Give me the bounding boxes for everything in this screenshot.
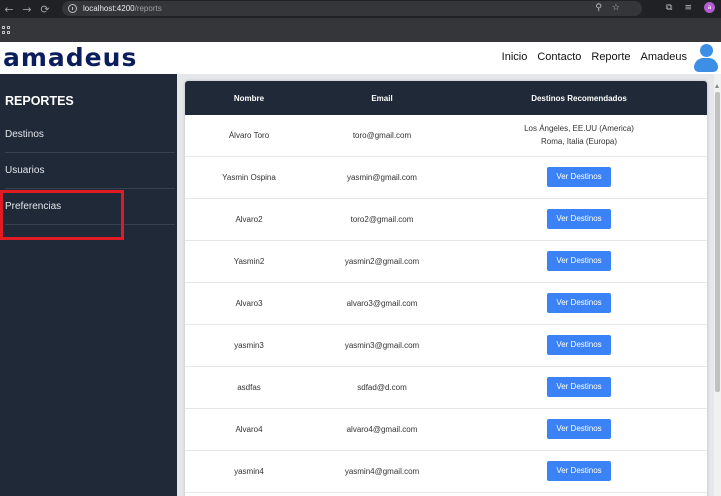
cell-email: yasmin2@gmail.com bbox=[313, 240, 451, 283]
destination-line: Los Ángeles, EE.UU (America) bbox=[524, 124, 634, 134]
table-row: Yasmin2 yasmin2@gmail.com Ver Destinos bbox=[185, 240, 707, 283]
cell-destinations: Ver Destinos bbox=[451, 156, 707, 199]
cell-name: yasmin4 bbox=[185, 450, 313, 493]
url-path: /reports bbox=[134, 4, 162, 13]
zoom-icon[interactable]: ⚲ bbox=[595, 3, 602, 13]
cell-destinations: Los Ángeles, EE.UU (America) Roma, Itali… bbox=[451, 115, 707, 157]
ver-destinos-button[interactable]: Ver Destinos bbox=[547, 251, 611, 271]
header-destinos: Destinos Recomendados bbox=[531, 93, 627, 103]
nav-reporte[interactable]: Reporte bbox=[591, 51, 630, 63]
top-nav: Inicio Contacto Reporte Amadeus bbox=[502, 51, 687, 63]
ver-destinos-button[interactable]: Ver Destinos bbox=[547, 419, 611, 439]
header-email: Email bbox=[371, 93, 393, 103]
sidebar-title: REPORTES bbox=[5, 94, 74, 108]
cell-email: alvaro4@gmail.com bbox=[313, 408, 451, 451]
tab-search-icon[interactable]: ≡ bbox=[684, 3, 692, 13]
cell-name: Yasmin Ospina bbox=[185, 156, 313, 199]
browser-toolbar: ← → ⟳ localhost:4200/reports ⚲ ☆ ⧉ ≡ a bbox=[0, 0, 721, 18]
header-nombre: Nombre bbox=[233, 93, 265, 103]
ver-destinos-button[interactable]: Ver Destinos bbox=[547, 167, 611, 187]
url-host: localhost:4200 bbox=[83, 4, 135, 13]
cell-destinations: Ver Destinos bbox=[451, 198, 707, 241]
table-row: Alvaro2 toro2@gmail.com Ver Destinos bbox=[185, 198, 707, 241]
reload-icon[interactable]: ⟳ bbox=[36, 0, 54, 18]
bookmarks-bar bbox=[0, 18, 721, 42]
cell-name: Alvaro2 bbox=[185, 198, 313, 241]
cell-email: alvaro3@gmail.com bbox=[313, 282, 451, 325]
apps-grid-icon[interactable] bbox=[2, 26, 10, 34]
cell-name: yasmin3 bbox=[185, 324, 313, 367]
page-scrollbar[interactable] bbox=[714, 74, 721, 496]
forward-icon[interactable]: → bbox=[18, 0, 36, 18]
ver-destinos-button[interactable]: Ver Destinos bbox=[547, 335, 611, 355]
extensions-icon[interactable]: ⧉ bbox=[666, 3, 672, 13]
cell-email: yasmin3@gmail.com bbox=[313, 324, 451, 367]
ver-destinos-button[interactable]: Ver Destinos bbox=[547, 293, 611, 313]
sidebar-item-usuarios[interactable]: Usuarios bbox=[5, 153, 175, 189]
scrollbar-thumb[interactable] bbox=[715, 92, 720, 392]
cell-email: yasmin@gmail.com bbox=[313, 156, 451, 199]
cell-name: Alvaro4 bbox=[185, 408, 313, 451]
nav-inicio[interactable]: Inicio bbox=[502, 51, 528, 63]
amadeus-logo[interactable]: amadeus bbox=[3, 43, 137, 72]
cell-destinations: Ver Destinos bbox=[451, 240, 707, 283]
site-info-icon[interactable] bbox=[68, 4, 77, 13]
ver-destinos-button[interactable]: Ver Destinos bbox=[547, 461, 611, 481]
cell-destinations: Ver Destinos bbox=[451, 324, 707, 367]
table-header-row: Nombre Email Destinos Recomendados bbox=[185, 81, 707, 115]
cell-destinations: Ver Destinos bbox=[451, 366, 707, 409]
sidebar: REPORTES Destinos Usuarios Preferencias bbox=[0, 74, 177, 496]
cell-name: Álvaro Toro bbox=[185, 115, 313, 157]
profile-avatar[interactable]: a bbox=[704, 2, 715, 13]
sidebar-item-destinos[interactable]: Destinos bbox=[5, 117, 175, 153]
destination-line: Roma, Italia (Europa) bbox=[540, 137, 618, 147]
main-content: Nombre Email Destinos Recomendados Álvar… bbox=[177, 74, 721, 496]
user-avatar-icon[interactable] bbox=[693, 44, 719, 74]
cell-email: toro@gmail.com bbox=[313, 115, 451, 157]
cell-email: yasmin4@gmail.com bbox=[313, 450, 451, 493]
cell-email: sdfad@d.com bbox=[313, 366, 451, 409]
app-header: amadeus Inicio Contacto Reporte Amadeus bbox=[0, 42, 721, 74]
nav-amadeus[interactable]: Amadeus bbox=[641, 51, 687, 63]
cell-name: Yasmin2 bbox=[185, 240, 313, 283]
cell-destinations: Ver Destinos bbox=[451, 450, 707, 493]
ver-destinos-button[interactable]: Ver Destinos bbox=[547, 209, 611, 229]
cell-name: Alvaro3 bbox=[185, 282, 313, 325]
table-row: yasmin4 yasmin4@gmail.com Ver Destinos bbox=[185, 450, 707, 493]
scroll-up-arrow-icon[interactable] bbox=[715, 84, 719, 88]
table-row: yasmin3 yasmin3@gmail.com Ver Destinos bbox=[185, 324, 707, 367]
table-row: Yasmin Ospina yasmin@gmail.com Ver Desti… bbox=[185, 156, 707, 199]
cell-destinations: Ver Destinos bbox=[451, 408, 707, 451]
cell-destinations: Ver Destinos bbox=[451, 282, 707, 325]
back-icon[interactable]: ← bbox=[0, 0, 18, 18]
table-row: asdfas sdfad@d.com Ver Destinos bbox=[185, 366, 707, 409]
bookmark-star-icon[interactable]: ☆ bbox=[612, 3, 620, 13]
cell-email: toro2@gmail.com bbox=[313, 198, 451, 241]
table-row: Alvaro3 alvaro3@gmail.com Ver Destinos bbox=[185, 282, 707, 325]
reports-table: Nombre Email Destinos Recomendados Álvar… bbox=[185, 81, 707, 493]
highlight-annotation bbox=[0, 190, 124, 240]
table-row: Álvaro Toro toro@gmail.com Los Ángeles, … bbox=[185, 115, 707, 157]
table-row: Alvaro4 alvaro4@gmail.com Ver Destinos bbox=[185, 408, 707, 451]
nav-contacto[interactable]: Contacto bbox=[537, 51, 581, 63]
ver-destinos-button[interactable]: Ver Destinos bbox=[547, 377, 611, 397]
cell-name: asdfas bbox=[185, 366, 313, 409]
reports-table-card: Nombre Email Destinos Recomendados Álvar… bbox=[185, 81, 707, 496]
address-bar[interactable]: localhost:4200/reports ⚲ ☆ bbox=[62, 1, 642, 16]
